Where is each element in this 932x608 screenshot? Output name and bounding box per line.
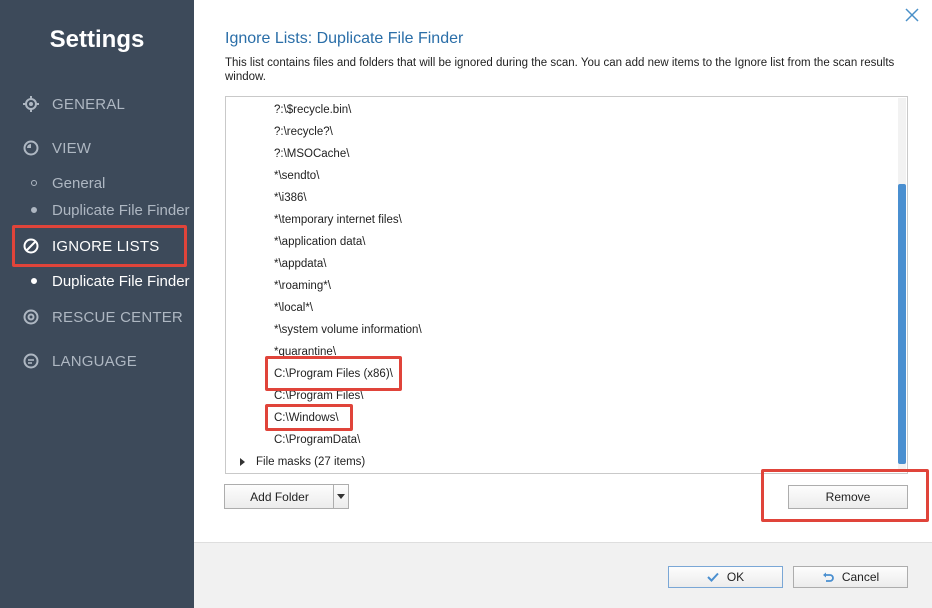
undo-icon: [822, 571, 834, 583]
nav-rescue-center-label: RESCUE CENTER: [52, 308, 183, 326]
list-item[interactable]: *\roaming*\: [274, 275, 331, 297]
add-folder-dropdown[interactable]: [333, 484, 349, 509]
file-masks-label: File masks (27 items): [256, 456, 366, 468]
nav-view-general-label: General: [52, 174, 106, 192]
nav-ignore-dff-label: Duplicate File Finder: [52, 272, 190, 290]
page-description: This list contains files and folders tha…: [225, 57, 895, 83]
gear-icon: [22, 95, 40, 113]
list-item[interactable]: *\sendto\: [274, 165, 319, 187]
list-item[interactable]: *\i386\: [274, 187, 307, 209]
scrollbar-thumb[interactable]: [898, 184, 906, 464]
chevron-down-icon: [337, 494, 345, 499]
nav-general-label: GENERAL: [52, 95, 126, 113]
nav-ignore-duplicate-file-finder[interactable]: Duplicate File Finder: [0, 270, 194, 292]
nav-language[interactable]: LANGUAGE: [0, 346, 194, 376]
bullet-icon: [31, 278, 37, 284]
checkmark-icon: [707, 572, 719, 582]
list-item[interactable]: ?:\$recycle.bin\: [274, 99, 351, 121]
add-folder-button[interactable]: Add Folder: [224, 484, 334, 509]
settings-sidebar: Settings GENERAL VIEW General Duplicate …: [0, 0, 194, 608]
list-item[interactable]: *\temporary internet files\: [274, 209, 402, 231]
expand-arrow-icon[interactable]: [240, 458, 245, 466]
nav-rescue-center[interactable]: RESCUE CENTER: [0, 302, 194, 332]
highlight-program-files-x86: [265, 356, 402, 391]
list-item[interactable]: *\system volume information\: [274, 319, 422, 341]
list-item[interactable]: *\application data\: [274, 231, 365, 253]
highlight-ignore-lists: [12, 225, 187, 267]
highlight-remove: [761, 469, 929, 522]
bullet-icon: [31, 180, 37, 186]
ok-label: OK: [726, 570, 745, 584]
view-icon: [22, 139, 40, 157]
rescue-icon: [22, 308, 40, 326]
highlight-windows: [265, 404, 353, 431]
list-item[interactable]: ?:\MSOCache\: [274, 143, 349, 165]
nav-language-label: LANGUAGE: [52, 352, 137, 370]
nav-view-general[interactable]: General: [0, 172, 194, 194]
file-masks-node[interactable]: File masks (27 items): [240, 452, 365, 472]
cancel-label: Cancel: [841, 570, 880, 584]
nav-general[interactable]: GENERAL: [0, 89, 194, 119]
cancel-button[interactable]: Cancel: [793, 566, 908, 588]
nav-view[interactable]: VIEW: [0, 133, 194, 163]
nav-view-dff-label: Duplicate File Finder: [52, 201, 190, 219]
bullet-icon: [31, 207, 37, 213]
nav-view-label: VIEW: [52, 139, 92, 157]
list-item[interactable]: ?:\recycle?\: [274, 121, 333, 143]
close-icon[interactable]: [902, 6, 922, 26]
page-title: Ignore Lists: Duplicate File Finder: [225, 30, 464, 47]
list-item[interactable]: C:\ProgramData\: [274, 429, 360, 451]
sidebar-title: Settings: [49, 26, 145, 53]
list-item[interactable]: *\local*\: [274, 297, 313, 319]
ok-button[interactable]: OK: [668, 566, 783, 588]
language-icon: [22, 352, 40, 370]
nav-view-duplicate-file-finder[interactable]: Duplicate File Finder: [0, 199, 194, 221]
list-item[interactable]: *\appdata\: [274, 253, 326, 275]
